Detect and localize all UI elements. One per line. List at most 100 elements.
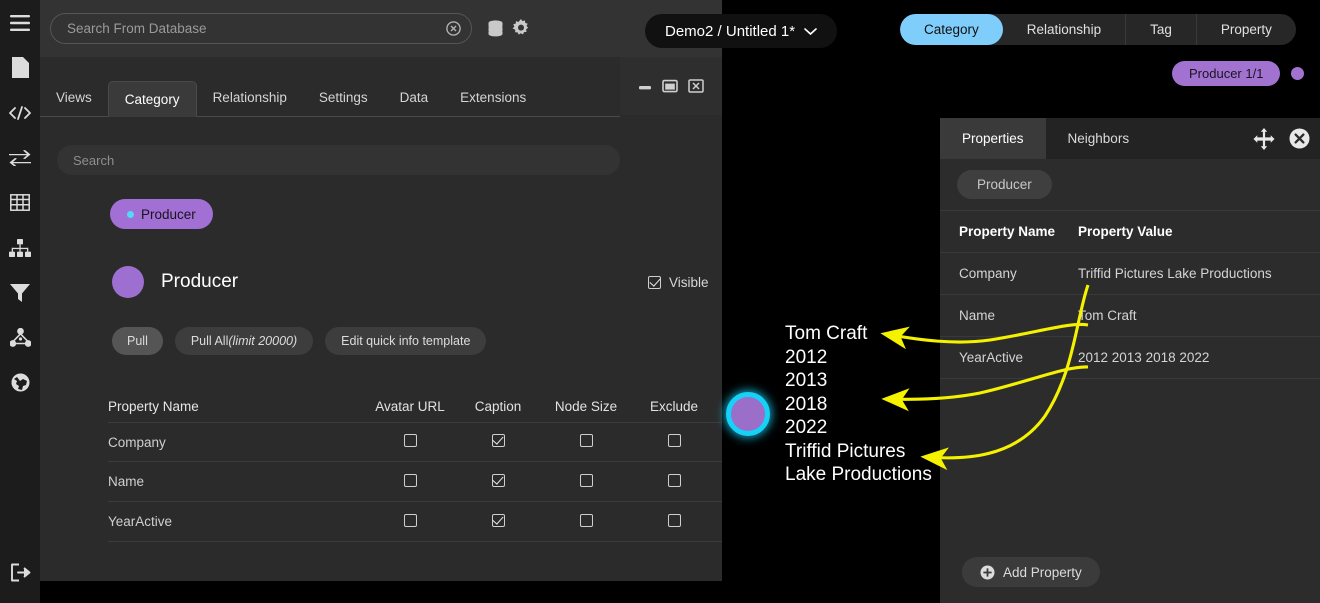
- cell-node-size[interactable]: [542, 474, 630, 490]
- caption-checkbox[interactable]: [492, 474, 505, 487]
- producer-count-badge[interactable]: Producer 1/1: [1172, 61, 1280, 86]
- cell-caption[interactable]: [454, 434, 542, 450]
- graph-node-producer[interactable]: [726, 392, 770, 436]
- tab-properties[interactable]: Properties: [940, 118, 1046, 159]
- node-size-checkbox[interactable]: [580, 514, 593, 527]
- logout-icon[interactable]: [0, 550, 40, 595]
- tab-category[interactable]: Category: [108, 81, 197, 117]
- network-graph-icon[interactable]: [0, 315, 40, 360]
- avatar-url-checkbox[interactable]: [404, 434, 417, 447]
- properties-header-row: Property Name Property Value: [940, 210, 1320, 252]
- segment-tab-relationship[interactable]: Relationship: [1003, 14, 1126, 45]
- avatar-url-checkbox[interactable]: [404, 474, 417, 487]
- segment-tab-group: Category Relationship Tag Property: [900, 14, 1296, 45]
- tab-relationship[interactable]: Relationship: [197, 80, 303, 116]
- cell-caption[interactable]: [454, 474, 542, 490]
- caption-checkbox[interactable]: [492, 434, 505, 447]
- column-exclude: Exclude: [630, 399, 718, 414]
- database-icon[interactable]: [487, 20, 504, 42]
- cell-avatar-url[interactable]: [366, 514, 454, 530]
- properties-chip-row: Producer: [940, 159, 1320, 210]
- edit-quick-info-template-button[interactable]: Edit quick info template: [325, 327, 486, 355]
- cell-avatar-url[interactable]: [366, 434, 454, 450]
- properties-panel-tabs: Properties Neighbors: [940, 118, 1320, 159]
- visible-checkbox[interactable]: [648, 276, 661, 289]
- node-size-checkbox[interactable]: [580, 474, 593, 487]
- globe-icon[interactable]: [0, 360, 40, 405]
- exclude-checkbox[interactable]: [668, 514, 681, 527]
- document-title-dropdown[interactable]: Demo2 / Untitled 1*: [645, 14, 837, 48]
- pull-button[interactable]: Pull: [112, 327, 163, 355]
- node-label-line: 2018: [785, 393, 932, 417]
- main-panel: Views Category Relationship Settings Dat…: [40, 0, 722, 581]
- cell-exclude[interactable]: [630, 474, 718, 490]
- avatar-url-checkbox[interactable]: [404, 514, 417, 527]
- filter-icon[interactable]: [0, 270, 40, 315]
- menu-icon[interactable]: [0, 0, 40, 45]
- add-property-button[interactable]: Add Property: [962, 557, 1100, 587]
- cell-node-size[interactable]: [542, 514, 630, 530]
- tab-data[interactable]: Data: [384, 80, 445, 116]
- tab-settings[interactable]: Settings: [303, 80, 384, 116]
- property-value[interactable]: Tom Craft: [1078, 308, 1320, 323]
- caption-checkbox[interactable]: [492, 514, 505, 527]
- left-nav-rail: [0, 0, 40, 603]
- property-key: Company: [940, 266, 1078, 281]
- sitemap-icon[interactable]: [0, 225, 40, 270]
- node-size-checkbox[interactable]: [580, 434, 593, 447]
- minimize-button[interactable]: [638, 80, 652, 92]
- tab-neighbors[interactable]: Neighbors: [1046, 118, 1152, 159]
- property-value[interactable]: 2012 2013 2018 2022: [1078, 350, 1320, 365]
- cell-exclude[interactable]: [630, 434, 718, 450]
- cell-node-size[interactable]: [542, 434, 630, 450]
- code-icon[interactable]: [0, 90, 40, 135]
- category-color-swatch[interactable]: [112, 266, 144, 298]
- search-input[interactable]: [50, 13, 472, 44]
- category-search-input[interactable]: [57, 145, 620, 175]
- row-property-name: YearActive: [108, 514, 366, 529]
- node-label-line: Triffid Pictures: [785, 440, 932, 464]
- maximize-button[interactable]: [662, 79, 678, 93]
- property-key: YearActive: [940, 350, 1078, 365]
- node-label-line: 2013: [785, 369, 932, 393]
- category-chip-producer[interactable]: Producer: [110, 199, 213, 229]
- properties-row[interactable]: Name Tom Craft: [940, 294, 1320, 336]
- cell-caption[interactable]: [454, 514, 542, 530]
- table-icon[interactable]: [0, 180, 40, 225]
- exclude-checkbox[interactable]: [668, 434, 681, 447]
- properties-row[interactable]: YearActive 2012 2013 2018 2022: [940, 336, 1320, 378]
- exclude-checkbox[interactable]: [668, 474, 681, 487]
- move-icon[interactable]: [1253, 128, 1275, 150]
- segment-tab-tag[interactable]: Tag: [1126, 14, 1197, 45]
- property-key: Name: [940, 308, 1078, 323]
- pull-all-button[interactable]: Pull All (limit 20000): [175, 327, 313, 355]
- category-heading: Producer: [112, 266, 238, 298]
- swap-arrows-icon[interactable]: [0, 135, 40, 180]
- cell-exclude[interactable]: [630, 514, 718, 530]
- panel-tools: [1253, 118, 1310, 159]
- visible-toggle[interactable]: Visible: [648, 275, 709, 290]
- node-label-line: 2022: [785, 416, 932, 440]
- properties-row[interactable]: Company Triffid Pictures Lake Production…: [940, 252, 1320, 294]
- properties-panel: Properties Neighbors Producer Property N…: [940, 118, 1320, 603]
- producer-badge-dot: [1291, 67, 1304, 80]
- table-row: YearActive: [108, 502, 738, 542]
- table-header-row: Property Name Avatar URL Caption Node Si…: [108, 390, 738, 422]
- document-icon[interactable]: [0, 45, 40, 90]
- clear-icon[interactable]: [446, 21, 461, 36]
- database-search-strip: [40, 0, 722, 57]
- tab-views[interactable]: Views: [40, 80, 108, 116]
- cell-avatar-url[interactable]: [366, 474, 454, 490]
- segment-tab-property[interactable]: Property: [1197, 14, 1296, 45]
- graph-node-labels: Tom Craft 2012 2013 2018 2022 Triffid Pi…: [785, 322, 932, 487]
- visible-label: Visible: [669, 275, 709, 290]
- close-button[interactable]: [688, 79, 704, 93]
- segment-tab-category[interactable]: Category: [900, 14, 1003, 45]
- row-property-name: Company: [108, 435, 366, 450]
- properties-category-chip[interactable]: Producer: [957, 170, 1052, 199]
- pull-all-label: Pull All: [191, 334, 229, 348]
- tab-extensions[interactable]: Extensions: [444, 80, 542, 116]
- gear-icon[interactable]: [512, 19, 530, 42]
- property-value[interactable]: Triffid Pictures Lake Productions: [1078, 266, 1320, 281]
- close-icon[interactable]: [1289, 128, 1310, 149]
